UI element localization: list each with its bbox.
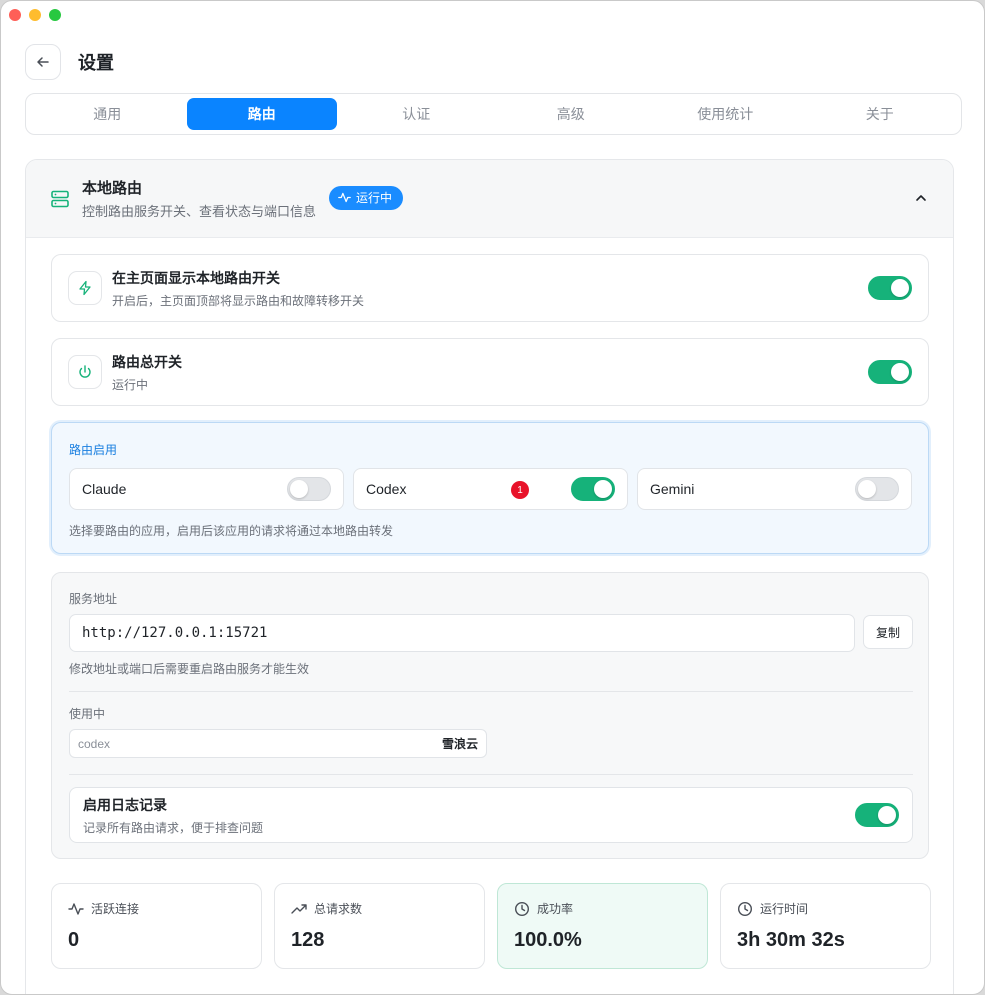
- app-name: Codex: [366, 481, 407, 497]
- tab-general[interactable]: 通用: [32, 98, 183, 130]
- show-route-toggle-card: 在主页面显示本地路由开关 开启后，主页面顶部将显示路由和故障转移开关: [51, 254, 929, 322]
- app-claude: Claude: [69, 468, 344, 510]
- server-icon: [51, 190, 69, 207]
- log-toggle[interactable]: [855, 803, 899, 827]
- power-icon: [79, 365, 91, 378]
- service-address-hint: 修改地址或端口后需要重启路由服务才能生效: [69, 662, 310, 676]
- route-apps-hint: 选择要路由的应用，启用后该应用的请求将通过本地路由转发: [69, 524, 394, 538]
- tab-auth[interactable]: 认证: [341, 98, 492, 130]
- in-use-field: codex 雪浪云: [69, 729, 487, 758]
- page-title: 设置: [78, 53, 114, 73]
- route-apps-list: Claude Codex 1 Gemini: [69, 468, 912, 510]
- clock-icon: [514, 901, 530, 916]
- status-badge: 运行中: [329, 185, 404, 210]
- app-codex-toggle[interactable]: [571, 477, 615, 501]
- stat-uptime: 运行时间 3h 30m 32s: [720, 883, 931, 969]
- divider: [69, 774, 913, 775]
- master-switch-card: 路由总开关 运行中: [51, 338, 929, 406]
- trending-up-icon: [291, 903, 307, 914]
- close-window-button[interactable]: [9, 9, 21, 21]
- zap-icon: [79, 280, 91, 296]
- service-card: 服务地址 http://127.0.0.1:15721 复制 修改地址或端口后需…: [51, 572, 929, 859]
- app-codex: Codex 1: [353, 468, 628, 510]
- in-use-app: codex: [78, 736, 111, 751]
- settings-tabs: 通用 路由 认证 高级 使用统计 关于: [25, 93, 962, 135]
- master-switch-title: 路由总开关: [112, 353, 182, 370]
- master-switch-desc: 运行中: [112, 377, 149, 392]
- route-apps-card: 路由启用 Claude Codex 1 Gemini 选择要路由的应用，启用后该…: [51, 422, 929, 554]
- show-toggle-title: 在主页面显示本地路由开关: [112, 269, 280, 286]
- minimize-window-button[interactable]: [29, 9, 41, 21]
- app-gemini-toggle[interactable]: [855, 477, 899, 501]
- app-name: Claude: [82, 481, 127, 497]
- settings-window: 设置 通用 路由 认证 高级 使用统计 关于 本地路由 控制路由服务开关、查看状…: [0, 0, 985, 995]
- master-switch-toggle[interactable]: [868, 360, 912, 384]
- stat-label: 成功率: [537, 902, 574, 916]
- panel-title: 本地路由: [82, 180, 143, 197]
- zoom-window-button[interactable]: [49, 9, 61, 21]
- page-header: 设置: [25, 44, 114, 80]
- stat-value: 100.0%: [514, 929, 582, 951]
- local-routing-panel: 本地路由 控制路由服务开关、查看状态与端口信息 运行中 在主页面显示本地路由开关: [25, 159, 954, 994]
- icon-box: [68, 271, 102, 305]
- in-use-label: 使用中: [69, 707, 106, 721]
- route-apps-label: 路由启用: [69, 443, 118, 457]
- stats-row: 活跃连接 0 总请求数 128 成功率 100.0% 运行时间 3h 30m 3…: [51, 883, 931, 969]
- icon-box: [68, 355, 102, 389]
- back-button[interactable]: [25, 44, 61, 80]
- app-name: Gemini: [650, 481, 695, 497]
- service-address-input[interactable]: http://127.0.0.1:15721: [69, 614, 855, 652]
- log-card: 启用日志记录 记录所有路由请求，便于排查问题: [69, 787, 913, 843]
- stat-label: 运行时间: [760, 902, 809, 916]
- panel-subtitle: 控制路由服务开关、查看状态与端口信息: [82, 204, 317, 219]
- show-toggle-desc: 开启后，主页面顶部将显示路由和故障转移开关: [112, 293, 365, 308]
- stat-active-connections: 活跃连接 0: [51, 883, 262, 969]
- tab-about[interactable]: 关于: [805, 98, 956, 130]
- window-controls: [9, 9, 61, 21]
- app-claude-toggle[interactable]: [287, 477, 331, 501]
- stat-total-requests: 总请求数 128: [274, 883, 485, 969]
- log-desc: 记录所有路由请求，便于排查问题: [83, 820, 264, 835]
- app-gemini: Gemini: [637, 468, 912, 510]
- tab-usage-stats[interactable]: 使用统计: [650, 98, 801, 130]
- arrow-left-icon: [37, 57, 49, 67]
- notification-badge: 1: [511, 481, 529, 499]
- tab-advanced[interactable]: 高级: [496, 98, 647, 130]
- show-route-toggle[interactable]: [868, 276, 912, 300]
- service-address-label: 服务地址: [69, 592, 118, 606]
- stat-value: 128: [291, 929, 325, 951]
- stat-value: 0: [68, 929, 80, 951]
- copy-button[interactable]: 复制: [863, 615, 913, 649]
- status-badge-label: 运行中: [356, 191, 393, 205]
- stat-label: 活跃连接: [91, 902, 140, 916]
- divider: [69, 691, 913, 692]
- stat-label: 总请求数: [314, 902, 363, 916]
- activity-icon: [68, 902, 84, 915]
- clock-icon: [737, 901, 753, 916]
- stat-value: 3h 30m 32s: [737, 929, 845, 951]
- log-title: 启用日志记录: [83, 796, 167, 813]
- stat-success-rate: 成功率 100.0%: [497, 883, 708, 969]
- panel-header[interactable]: 本地路由 控制路由服务开关、查看状态与端口信息 运行中: [26, 160, 953, 238]
- tab-routing[interactable]: 路由: [186, 98, 337, 130]
- activity-icon: [338, 192, 351, 203]
- chevron-up-icon[interactable]: [913, 190, 929, 206]
- in-use-provider: 雪浪云: [441, 737, 478, 751]
